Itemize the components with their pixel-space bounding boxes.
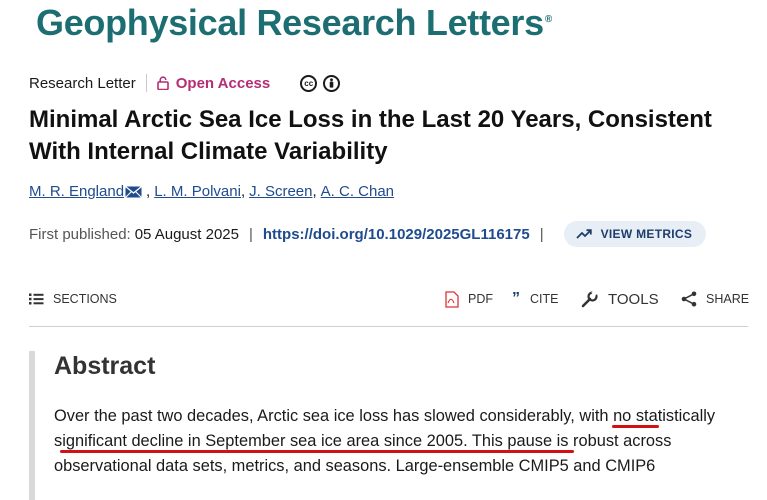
published-date: 05 August 2025 [134, 225, 239, 243]
sections-button[interactable]: SECTIONS [29, 289, 117, 309]
open-access-label: Open Access [175, 74, 271, 92]
pdf-button[interactable]: PDF [445, 289, 493, 309]
quote-icon: ” [512, 290, 520, 307]
highlight-underline [612, 425, 659, 428]
article-meta-row: Research Letter Open Access cc [29, 73, 341, 93]
tools-button[interactable]: TOOLS [581, 289, 659, 309]
share-label: SHARE [706, 292, 750, 306]
article-toolbar: SECTIONS PDF ” CITE TOOLS SHARE [29, 289, 749, 309]
wrench-icon [581, 290, 598, 308]
published-label: First published: [29, 225, 131, 243]
author-link[interactable]: J. Screen [249, 183, 312, 200]
list-icon [29, 293, 44, 305]
author-link[interactable]: M. R. England [29, 183, 124, 200]
journal-title[interactable]: Geophysical Research Letters® [36, 2, 552, 44]
cite-label: CITE [530, 292, 559, 306]
highlight-underline [60, 450, 574, 453]
share-icon [681, 291, 697, 307]
article-type: Research Letter [29, 74, 136, 92]
article-title: Minimal Arctic Sea Ice Loss in the Last … [29, 106, 712, 165]
share-button[interactable]: SHARE [681, 289, 749, 309]
author-link[interactable]: L. M. Polvani [154, 183, 241, 200]
abstract-accent-bar [29, 351, 35, 500]
license-icons[interactable]: cc [300, 74, 341, 92]
doi-link[interactable]: https://doi.org/10.1029/2025GL116175 [263, 226, 530, 243]
abstract-text: Over the past two decades, Arctic sea ic… [54, 407, 716, 475]
abstract-heading: Abstract [54, 352, 156, 380]
by-icon [323, 74, 341, 92]
pdf-label: PDF [468, 292, 493, 306]
view-metrics-label: VIEW METRICS [600, 227, 693, 241]
divider: | [539, 225, 544, 243]
email-icon[interactable] [125, 185, 142, 198]
lock-icon [156, 76, 169, 90]
divider: | [248, 225, 253, 243]
divider [145, 74, 147, 92]
publication-info: First published: 05 August 2025 | https:… [29, 221, 707, 247]
view-metrics-button[interactable]: VIEW METRICS [563, 221, 707, 247]
tools-label: TOOLS [608, 290, 659, 308]
cite-button[interactable]: ” CITE [512, 289, 558, 309]
cc-icon: cc [300, 74, 318, 92]
author-list: M. R. England , L. M. Polvani , J. Scree… [29, 183, 395, 200]
pdf-icon [445, 290, 459, 308]
trend-icon [575, 229, 592, 239]
divider [29, 326, 748, 327]
author-link[interactable]: A. C. Chan [321, 183, 394, 200]
sections-label: SECTIONS [53, 292, 117, 306]
open-access-badge[interactable]: Open Access [156, 74, 271, 92]
